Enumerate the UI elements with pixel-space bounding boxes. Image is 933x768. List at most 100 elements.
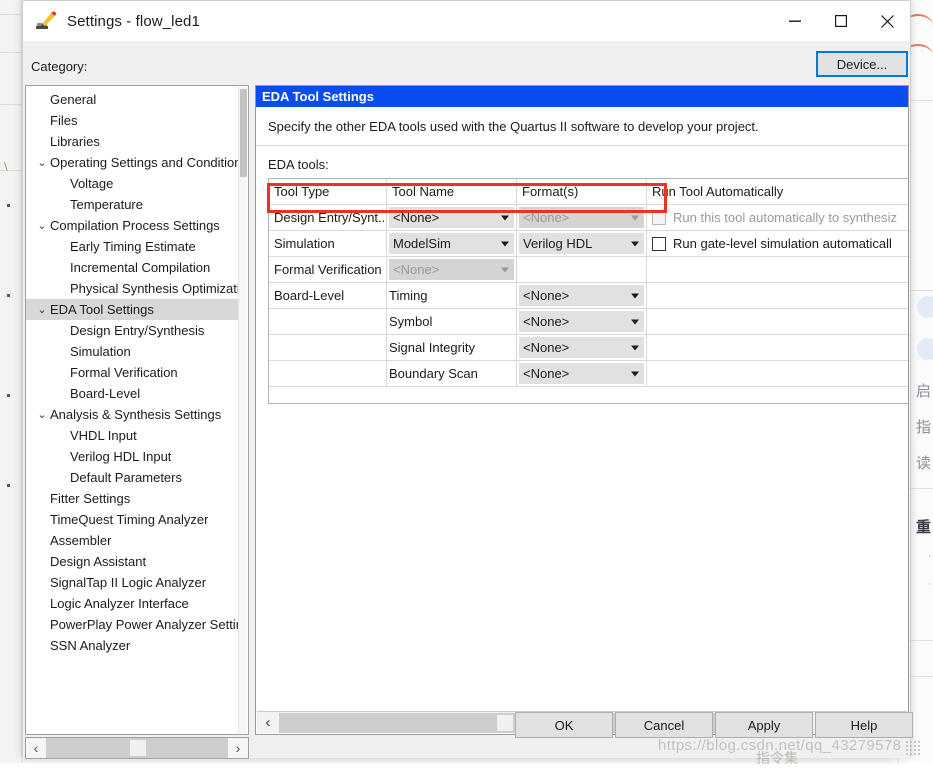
table-row[interactable]: Signal Integrity<None> bbox=[269, 335, 909, 361]
tool-type-cell[interactable]: Simulation bbox=[269, 231, 387, 256]
sidebar-item-simulation[interactable]: Simulation bbox=[26, 341, 238, 362]
tool-name-cell[interactable]: <None> bbox=[387, 205, 517, 230]
chevron-down-icon[interactable]: ⌄ bbox=[34, 219, 50, 232]
sidebar-item-libraries[interactable]: Libraries bbox=[26, 131, 238, 152]
format-dropdown[interactable]: Verilog HDL bbox=[519, 233, 644, 254]
table-row[interactable]: Design Entry/Synt...<None><None>Run this… bbox=[269, 205, 909, 231]
sidebar-item-incremental-compilation[interactable]: Incremental Compilation bbox=[26, 257, 238, 278]
chevron-down-icon[interactable] bbox=[631, 241, 639, 246]
sidebar-item-analysis-synthesis-settings[interactable]: ⌄Analysis & Synthesis Settings bbox=[26, 404, 238, 425]
chevron-down-icon[interactable] bbox=[631, 293, 639, 298]
watermark-cjk-text: 指令集 bbox=[756, 748, 798, 768]
format-cell[interactable] bbox=[517, 257, 647, 282]
sidebar-item-design-assistant[interactable]: Design Assistant bbox=[26, 551, 238, 572]
sidebar-item-early-timing-estimate[interactable]: Early Timing Estimate bbox=[26, 236, 238, 257]
minimize-button[interactable] bbox=[772, 1, 818, 41]
format-dropdown[interactable]: <None> bbox=[519, 311, 644, 332]
table-row[interactable]: Formal Verification<None> bbox=[269, 257, 909, 283]
sidebar-item-powerplay-power-analyzer-settings[interactable]: PowerPlay Power Analyzer Settings bbox=[26, 614, 238, 635]
tree-vertical-scrollbar[interactable] bbox=[238, 87, 247, 733]
column-header[interactable]: Tool Type bbox=[269, 179, 387, 204]
run-tool-checkbox-label: Run gate-level simulation automaticall bbox=[673, 236, 892, 251]
sidebar-item-compilation-process-settings[interactable]: ⌄Compilation Process Settings bbox=[26, 215, 238, 236]
tool-type-cell[interactable] bbox=[269, 309, 387, 334]
apply-button[interactable]: Apply bbox=[715, 712, 813, 738]
run-tool-automatically-cell[interactable]: Run this tool automatically to synthesiz bbox=[647, 205, 909, 230]
chevron-down-icon[interactable] bbox=[501, 215, 509, 220]
run-tool-checkbox-group[interactable]: Run gate-level simulation automaticall bbox=[652, 236, 892, 251]
run-tool-automatically-cell bbox=[647, 335, 909, 360]
sidebar-item-default-parameters[interactable]: Default Parameters bbox=[26, 467, 238, 488]
chevron-down-icon[interactable]: ⌄ bbox=[34, 156, 50, 169]
sidebar-item-temperature[interactable]: Temperature bbox=[26, 194, 238, 215]
column-header[interactable]: Tool Name bbox=[387, 179, 517, 204]
eda-tools-table[interactable]: Tool TypeTool NameFormat(s)Run Tool Auto… bbox=[268, 178, 909, 404]
chevron-down-icon[interactable] bbox=[631, 371, 639, 376]
run-tool-automatically-cell bbox=[647, 309, 909, 334]
tool-name-cell[interactable]: Timing bbox=[387, 283, 517, 308]
help-button[interactable]: Help bbox=[815, 712, 913, 738]
sidebar-item-files[interactable]: Files bbox=[26, 110, 238, 131]
sidebar-item-design-entry-synthesis[interactable]: Design Entry/Synthesis bbox=[26, 320, 238, 341]
sidebar-item-vhdl-input[interactable]: VHDL Input bbox=[26, 425, 238, 446]
format-cell[interactable]: <None> bbox=[517, 205, 647, 230]
tree-vertical-scroll-thumb[interactable] bbox=[240, 89, 247, 177]
sidebar-item-timequest-timing-analyzer[interactable]: TimeQuest Timing Analyzer bbox=[26, 509, 238, 530]
sidebar-item-board-level[interactable]: Board-Level bbox=[26, 383, 238, 404]
tool-name-dropdown[interactable]: ModelSim bbox=[389, 233, 514, 254]
tool-type-cell[interactable] bbox=[269, 335, 387, 360]
tool-name-cell[interactable]: Symbol bbox=[387, 309, 517, 334]
tool-name-cell[interactable]: <None> bbox=[387, 257, 517, 282]
sidebar-item-eda-tool-settings[interactable]: ⌄EDA Tool Settings bbox=[26, 299, 238, 320]
sidebar-item-signaltap-ii-logic-analyzer[interactable]: SignalTap II Logic Analyzer bbox=[26, 572, 238, 593]
tool-name-cell[interactable]: ModelSim bbox=[387, 231, 517, 256]
format-dropdown[interactable]: <None> bbox=[519, 285, 644, 306]
maximize-button[interactable] bbox=[818, 1, 864, 41]
tool-name-dropdown[interactable]: <None> bbox=[389, 207, 514, 228]
table-row[interactable]: Symbol<None> bbox=[269, 309, 909, 335]
sidebar-item-label: TimeQuest Timing Analyzer bbox=[50, 512, 208, 527]
format-cell[interactable]: <None> bbox=[517, 283, 647, 308]
sidebar-item-fitter-settings[interactable]: Fitter Settings bbox=[26, 488, 238, 509]
sidebar-item-general[interactable]: General bbox=[26, 89, 238, 110]
sidebar-item-ssn-analyzer[interactable]: SSN Analyzer bbox=[26, 635, 238, 656]
format-dropdown[interactable]: <None> bbox=[519, 337, 644, 358]
sidebar-item-voltage[interactable]: Voltage bbox=[26, 173, 238, 194]
column-header[interactable]: Run Tool Automatically bbox=[647, 179, 909, 204]
tool-type-cell[interactable]: Design Entry/Synt... bbox=[269, 205, 387, 230]
table-row[interactable]: Board-LevelTiming<None> bbox=[269, 283, 909, 309]
chevron-down-icon[interactable]: ⌄ bbox=[34, 408, 50, 421]
device-button[interactable]: Device... bbox=[816, 51, 908, 77]
sidebar-item-logic-analyzer-interface[interactable]: Logic Analyzer Interface bbox=[26, 593, 238, 614]
format-cell[interactable]: Verilog HDL bbox=[517, 231, 647, 256]
sidebar-item-operating-settings-and-conditions[interactable]: ⌄Operating Settings and Conditions bbox=[26, 152, 238, 173]
sidebar-item-physical-synthesis-optimization[interactable]: Physical Synthesis Optimization bbox=[26, 278, 238, 299]
tool-type-cell[interactable] bbox=[269, 361, 387, 386]
sidebar-item-verilog-hdl-input[interactable]: Verilog HDL Input bbox=[26, 446, 238, 467]
format-cell[interactable]: <None> bbox=[517, 361, 647, 386]
chevron-down-icon[interactable]: ⌄ bbox=[34, 303, 50, 316]
table-row[interactable]: Boundary Scan<None> bbox=[269, 361, 909, 387]
tool-name-dropdown: <None> bbox=[389, 259, 514, 280]
table-row[interactable]: SimulationModelSimVerilog HDL Run gate-le… bbox=[269, 231, 909, 257]
column-header[interactable]: Format(s) bbox=[517, 179, 647, 204]
tool-name-cell[interactable]: Signal Integrity bbox=[387, 335, 517, 360]
format-cell[interactable]: <None> bbox=[517, 309, 647, 334]
format-cell[interactable]: <None> bbox=[517, 335, 647, 360]
run-tool-checkbox[interactable] bbox=[652, 237, 666, 251]
chevron-down-icon[interactable] bbox=[631, 345, 639, 350]
category-tree[interactable]: GeneralFilesLibraries⌄Operating Settings… bbox=[25, 85, 249, 735]
tool-type-cell[interactable]: Formal Verification bbox=[269, 257, 387, 282]
close-button[interactable] bbox=[864, 1, 910, 41]
sidebar-item-assembler[interactable]: Assembler bbox=[26, 530, 238, 551]
sidebar-item-formal-verification[interactable]: Formal Verification bbox=[26, 362, 238, 383]
cancel-button[interactable]: Cancel bbox=[615, 712, 713, 738]
tool-type-cell[interactable]: Board-Level bbox=[269, 283, 387, 308]
chevron-down-icon[interactable] bbox=[501, 241, 509, 246]
tool-name-cell[interactable]: Boundary Scan bbox=[387, 361, 517, 386]
run-tool-automatically-cell[interactable]: Run gate-level simulation automaticall bbox=[647, 231, 909, 256]
ok-button[interactable]: OK bbox=[515, 712, 613, 738]
chevron-down-icon[interactable] bbox=[631, 319, 639, 324]
format-dropdown[interactable]: <None> bbox=[519, 363, 644, 384]
run-tool-checkbox-group[interactable]: Run this tool automatically to synthesiz bbox=[652, 210, 897, 225]
